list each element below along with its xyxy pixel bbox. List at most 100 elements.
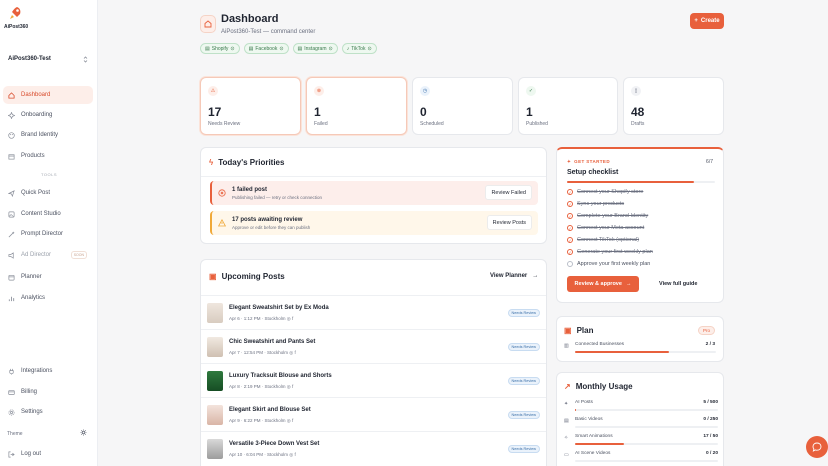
checklist-title: Setup checklist <box>567 169 619 176</box>
plan-progress-fill <box>575 351 670 353</box>
post-title: Chic Sweatshirt and Pants Set <box>229 339 316 345</box>
post-row[interactable]: Elegant Sweatshirt Set by Ex Moda Apr 6 … <box>201 295 546 329</box>
page-subtitle: AiPost360-Test — command center <box>221 29 316 35</box>
workspace-switcher[interactable]: AiPost360-Test <box>4 52 92 66</box>
instagram-icon: ◎ <box>289 350 294 355</box>
review-approve-label: Review & approve <box>574 281 622 287</box>
usage-row: ✧ Smart Animations 17 / 50 <box>564 434 718 451</box>
card-icon <box>7 388 15 396</box>
sidebar-item-settings[interactable]: Settings <box>3 403 93 421</box>
post-row[interactable]: Versatile 3-Piece Down Vest Set Apr 10 ·… <box>201 431 546 465</box>
sidebar-item-content-studio[interactable]: Content Studio <box>3 205 93 223</box>
film-icon: ▤ <box>564 418 569 424</box>
sidebar-item-products[interactable]: Products <box>3 147 93 165</box>
sparkle-icon: ✦ <box>567 159 572 164</box>
usage-bar-fill <box>575 409 577 411</box>
workspace-name: AiPost360-Test <box>8 56 51 62</box>
alert-triangle-icon: ⚠ <box>208 86 218 96</box>
plan-tier-badge: Pro <box>697 326 715 335</box>
usage-bar <box>575 443 718 445</box>
wand-icon: ✧ <box>564 435 569 441</box>
checklist-item[interactable]: ✓ Sync your products <box>567 201 624 207</box>
facebook-icon: f <box>292 418 294 423</box>
status-badge: Needs Review <box>507 343 540 351</box>
checklist-item[interactable]: ✓ Connect TikTok (optional) <box>567 237 639 243</box>
logout-button[interactable]: Log out <box>3 445 93 463</box>
create-label: Create <box>700 18 720 24</box>
view-full-guide-link[interactable]: View full guide <box>659 281 697 287</box>
usage-label: AI Posts <box>575 400 593 405</box>
checklist-item-label: Connect your Shopify store <box>577 189 644 195</box>
priorities-title-text: Today's Priorities <box>218 158 285 167</box>
check-circle-icon: ⊙ <box>279 45 284 52</box>
logo-text: AiPost360 <box>4 24 29 30</box>
stat-card-needs-review[interactable]: ⚠ 17 Needs Review <box>200 77 301 135</box>
stat-card-drafts[interactable]: ▯ 48 Drafts <box>623 77 724 135</box>
stat-card-scheduled[interactable]: ◷ 0 Scheduled <box>412 77 513 135</box>
sidebar-item-integrations[interactable]: Integrations <box>3 362 93 380</box>
facebook-icon: f <box>292 384 294 389</box>
sidebar-item-billing[interactable]: Billing <box>3 383 93 401</box>
tag-tiktok[interactable]: ♪ TikTok ⊙ <box>341 43 377 54</box>
review-failed-button[interactable]: Review Failed <box>485 185 532 200</box>
plan-panel: ▣ Plan Pro ▥ Connected Businesses 2 / 3 <box>556 316 724 362</box>
theme-row: Theme <box>7 429 87 438</box>
stat-card-published[interactable]: ✓ 1 Published <box>518 77 618 135</box>
instagram-icon: ◎ <box>286 418 291 423</box>
sun-icon[interactable] <box>80 429 87 438</box>
stat-label: Scheduled <box>420 121 444 127</box>
sidebar-item-planner[interactable]: Planner <box>3 268 93 286</box>
checklist-item-label: Connect TikTok (optional) <box>577 237 640 243</box>
checklist-item[interactable]: ✓ Generate your first weekly plan <box>567 249 653 255</box>
view-planner-link[interactable]: View Planner → <box>490 273 538 279</box>
stat-value: 17 <box>208 105 222 119</box>
checklist-item-label: Approve your first weekly plan <box>577 261 651 267</box>
review-approve-button[interactable]: Review & approve → <box>567 276 639 292</box>
calendar-icon: ▣ <box>209 272 217 281</box>
sidebar-item-brand-identity[interactable]: Brand Identity <box>3 126 93 144</box>
checklist-progress-fill <box>567 181 694 183</box>
tag-instagram[interactable]: ▤ Instagram ⊙ <box>292 43 338 54</box>
logo[interactable]: AiPost360 <box>4 5 30 33</box>
sidebar-item-label: Brand Identity <box>21 132 59 138</box>
post-row[interactable]: Chic Sweatshirt and Pants Set Apr 7 · 12… <box>201 329 546 363</box>
facebook-icon: f <box>294 452 296 457</box>
sidebar-item-quick-post[interactable]: Quick Post <box>3 184 93 202</box>
usage-bar <box>575 409 718 411</box>
instagram-icon: ◎ <box>286 316 291 321</box>
checklist-eyebrow: ✦ GET STARTED <box>567 159 610 165</box>
tag-label: TikTok <box>351 45 366 52</box>
post-meta-text: Apr 8 · 2:19 PM · Stockholm <box>229 384 286 389</box>
arrow-right-icon: → <box>625 281 632 287</box>
facebook-icon: f <box>294 350 296 355</box>
usage-title: ↗ Monthly Usage <box>564 382 633 391</box>
checklist-item[interactable]: ✓ Connect your Shopify store <box>567 189 643 195</box>
checklist-item[interactable]: ✓ Connect your Meta account <box>567 225 644 231</box>
create-button[interactable]: + Create <box>690 13 724 29</box>
usage-label: Smart Animations <box>575 434 613 439</box>
post-meta-text: Apr 7 · 12:54 PM · Stockholm <box>229 350 289 355</box>
sidebar-item-dashboard[interactable]: Dashboard <box>3 86 93 104</box>
usage-row: ▤ Basic Videos 0 / 250 <box>564 417 718 434</box>
plus-icon: + <box>694 18 698 24</box>
review-posts-button[interactable]: Review Posts <box>486 215 532 230</box>
post-meta: Apr 6 · 1:12 PM · Stockholm ◎ f <box>229 316 293 322</box>
checklist-item[interactable]: ✓ Complete your Brand Identity <box>567 213 648 219</box>
chat-button[interactable] <box>806 436 828 458</box>
wand-icon <box>7 230 15 238</box>
post-thumbnail <box>207 371 223 391</box>
stat-card-failed[interactable]: ⊗ 1 Failed <box>306 77 407 135</box>
sidebar-item-analytics[interactable]: Analytics <box>3 289 93 307</box>
tag-facebook[interactable]: ▤ Facebook ⊙ <box>243 43 289 54</box>
tag-shopify[interactable]: ▤ Shopify ⊙ <box>200 43 240 54</box>
post-row[interactable]: Elegant Skirt and Blouse Set Apr 9 · 6:2… <box>201 397 546 431</box>
send-icon <box>7 189 15 197</box>
post-row[interactable]: Luxury Tracksuit Blouse and Shorts Apr 8… <box>201 363 546 397</box>
sidebar-item-onboarding[interactable]: Onboarding <box>3 106 93 124</box>
plan-title: ▣ Plan <box>564 326 593 335</box>
checklist-item[interactable]: Approve your first weekly plan <box>567 261 650 267</box>
check-circle-icon: ⊙ <box>328 45 333 52</box>
lightning-icon: ϟ <box>209 158 214 167</box>
sidebar-item-prompt-director[interactable]: Prompt Director <box>3 225 93 243</box>
video-icon: ▭ <box>564 452 569 458</box>
